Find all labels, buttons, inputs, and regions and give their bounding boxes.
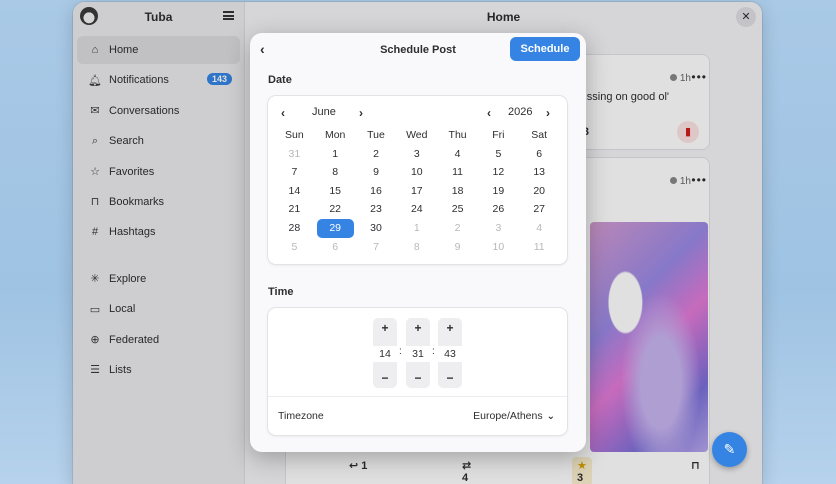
second-decrement-button[interactable]: −: [438, 371, 462, 385]
time-separator: :: [399, 346, 402, 357]
calendar-day[interactable]: 27: [519, 200, 560, 219]
calendar-day[interactable]: 24: [396, 200, 437, 219]
calendar-day[interactable]: 14: [274, 182, 315, 201]
prev-month-icon[interactable]: ‹: [281, 106, 285, 120]
timezone-value: Europe/Athens: [473, 410, 543, 422]
calendar-day[interactable]: 28: [274, 219, 315, 238]
calendar-day[interactable]: 12: [478, 163, 519, 182]
calendar-day[interactable]: 20: [519, 182, 560, 201]
calendar-day[interactable]: 2: [356, 145, 397, 164]
second-spinner: + 43 −: [438, 318, 462, 388]
calendar-day[interactable]: 10: [396, 163, 437, 182]
calendar-day[interactable]: 31: [274, 145, 315, 164]
calendar-day[interactable]: 15: [315, 182, 356, 201]
calendar-day[interactable]: 23: [356, 200, 397, 219]
next-year-icon[interactable]: ›: [546, 106, 550, 120]
calendar-day[interactable]: 8: [396, 238, 437, 257]
calendar-day[interactable]: 2: [437, 219, 478, 238]
chevron-down-icon: ⌄: [546, 411, 555, 422]
calendar-day[interactable]: 10: [478, 238, 519, 257]
month-label: June: [312, 106, 336, 118]
calendar-grid: Sun Mon Tue Wed Thu Fri Sat 31 1 2 3 4 5 6 7 8 9 10 11 12 13…: [274, 126, 560, 256]
pencil-icon: ✎: [723, 441, 736, 457]
calendar-day[interactable]: 17: [396, 182, 437, 201]
calendar-day[interactable]: 16: [356, 182, 397, 201]
calendar-day[interactable]: 22: [315, 200, 356, 219]
calendar-day[interactable]: 30: [356, 219, 397, 238]
calendar-day[interactable]: 19: [478, 182, 519, 201]
calendar-day[interactable]: 7: [274, 163, 315, 182]
calendar-day[interactable]: 18: [437, 182, 478, 201]
minute-value[interactable]: 31: [406, 346, 430, 362]
next-month-icon[interactable]: ›: [359, 106, 363, 120]
timezone-dropdown[interactable]: Europe/Athens ⌄: [473, 410, 555, 422]
calendar-day[interactable]: 1: [315, 145, 356, 164]
minute-spinner: + 31 −: [406, 318, 430, 388]
time-separator: :: [432, 346, 435, 357]
prev-year-icon[interactable]: ‹: [487, 106, 491, 120]
calendar-day[interactable]: 9: [356, 163, 397, 182]
weekday-header: Fri: [492, 129, 505, 141]
minute-decrement-button[interactable]: −: [406, 371, 430, 385]
calendar-day[interactable]: 25: [437, 200, 478, 219]
calendar-day[interactable]: 9: [437, 238, 478, 257]
calendar-day[interactable]: 29: [316, 218, 354, 238]
calendar-day[interactable]: 13: [519, 163, 560, 182]
date-section-label: Date: [268, 74, 292, 86]
calendar-day[interactable]: 4: [519, 219, 560, 238]
schedule-post-dialog: ‹ Schedule Post Schedule Date ‹ June › ‹…: [250, 33, 586, 452]
minute-increment-button[interactable]: +: [406, 321, 430, 335]
time-section-label: Time: [268, 286, 294, 298]
compose-button[interactable]: ✎: [712, 432, 747, 467]
weekday-header: Thu: [448, 129, 467, 141]
calendar-day[interactable]: 8: [315, 163, 356, 182]
schedule-button[interactable]: Schedule: [510, 37, 580, 61]
time-picker: + 14 − : + 31 − : + 43 − Timezone Europe…: [268, 308, 567, 435]
calendar-day[interactable]: 4: [437, 145, 478, 164]
calendar-day[interactable]: 11: [437, 163, 478, 182]
hour-value[interactable]: 14: [373, 346, 397, 362]
weekday-header: Sat: [531, 129, 548, 141]
calendar-day[interactable]: 1: [396, 219, 437, 238]
calendar-day[interactable]: 5: [274, 238, 315, 257]
second-increment-button[interactable]: +: [438, 321, 462, 335]
dialog-header: ‹ Schedule Post Schedule: [250, 33, 586, 69]
calendar-day[interactable]: 7: [356, 238, 397, 257]
hour-decrement-button[interactable]: −: [373, 371, 397, 385]
calendar-day[interactable]: 3: [396, 145, 437, 164]
hour-spinner: + 14 −: [373, 318, 397, 388]
calendar-day[interactable]: 26: [478, 200, 519, 219]
calendar-day[interactable]: 6: [519, 145, 560, 164]
calendar-day[interactable]: 21: [274, 200, 315, 219]
calendar: ‹ June › ‹ 2026 › Sun Mon Tue Wed Thu Fri Sat 3…: [268, 96, 567, 264]
hour-increment-button[interactable]: +: [373, 321, 397, 335]
weekday-header: Mon: [324, 129, 346, 141]
weekday-header: Sun: [285, 129, 304, 141]
timezone-label: Timezone: [278, 410, 324, 422]
timezone-row[interactable]: Timezone Europe/Athens ⌄: [268, 396, 567, 435]
weekday-header: Wed: [406, 129, 428, 141]
weekday-header: Tue: [367, 129, 385, 141]
calendar-day[interactable]: 5: [478, 145, 519, 164]
calendar-day[interactable]: 6: [315, 238, 356, 257]
calendar-day[interactable]: 3: [478, 219, 519, 238]
year-label: 2026: [508, 106, 533, 118]
second-value[interactable]: 43: [438, 346, 462, 362]
calendar-day[interactable]: 11: [519, 238, 560, 257]
